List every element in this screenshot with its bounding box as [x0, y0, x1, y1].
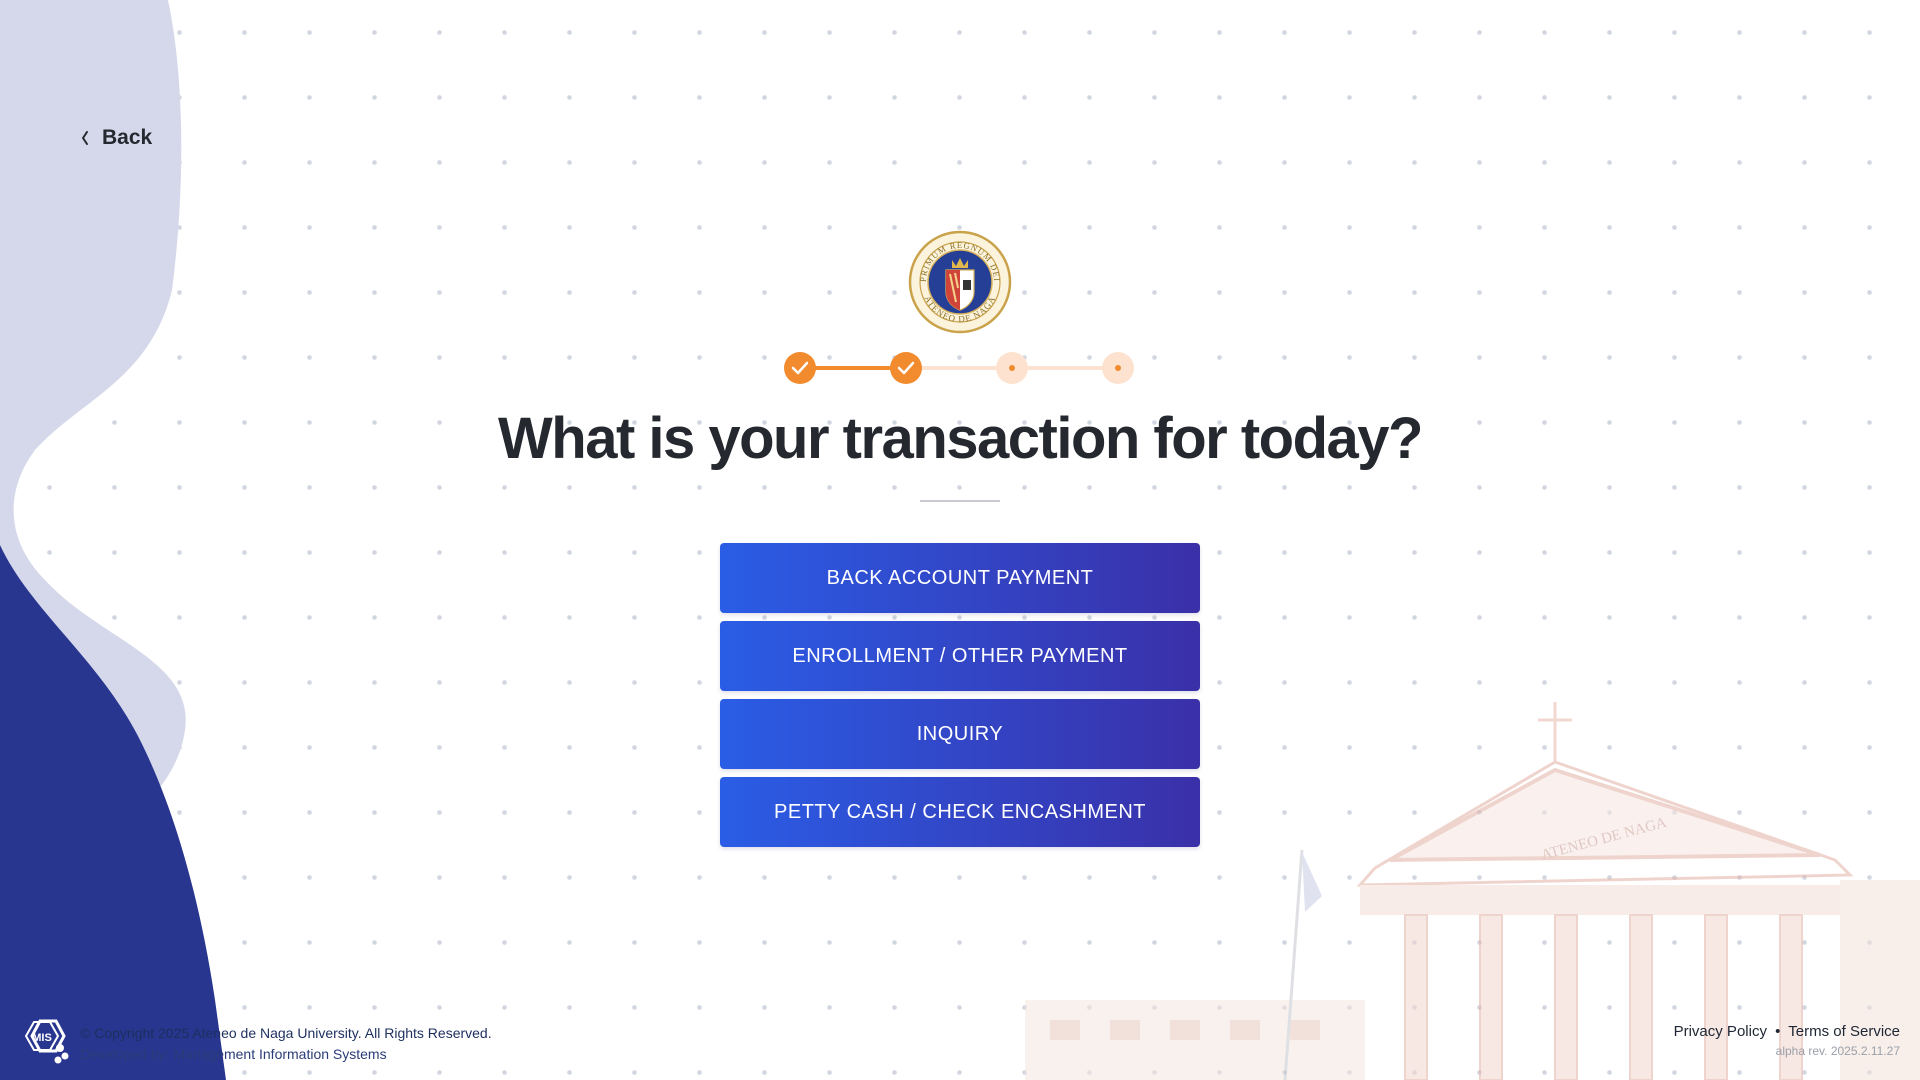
- separator-dot: •: [1775, 1023, 1781, 1040]
- svg-text:MIS: MIS: [32, 1032, 52, 1044]
- step-1-completed: [784, 352, 816, 384]
- version-label: alpha rev. 2025.2.11.27: [1775, 1044, 1900, 1058]
- title-divider: [920, 500, 1000, 502]
- chevron-left-icon: [82, 131, 88, 145]
- terms-of-service-link[interactable]: Terms of Service: [1788, 1023, 1900, 1040]
- wave-dark-shape: [0, 545, 226, 1080]
- page-title: What is your transaction for today?: [498, 406, 1423, 471]
- petty-cash-check-encashment-button[interactable]: PETTY CASH / CHECK ENCASHMENT: [720, 777, 1200, 847]
- privacy-policy-link[interactable]: Privacy Policy: [1674, 1023, 1767, 1040]
- transaction-options: BACK ACCOUNT PAYMENT ENROLLMENT / OTHER …: [720, 543, 1200, 855]
- footer-right: Privacy Policy • Terms of Service alpha …: [1674, 1023, 1900, 1058]
- back-button[interactable]: Back: [80, 126, 152, 150]
- back-label: Back: [102, 126, 153, 149]
- step-2-completed: [890, 352, 922, 384]
- progress-stepper: [784, 352, 1134, 384]
- left-wave-decoration: [0, 0, 226, 1080]
- inquiry-button[interactable]: INQUIRY: [720, 699, 1200, 769]
- developer-credit: Developed by: Management Information Sys…: [80, 1046, 387, 1062]
- back-account-payment-button[interactable]: BACK ACCOUNT PAYMENT: [720, 543, 1200, 613]
- enrollment-other-payment-button[interactable]: ENROLLMENT / OTHER PAYMENT: [720, 621, 1200, 691]
- university-seal-logo: PRIMUM REGNUM DEI ATENEO DE NAGA: [908, 230, 1012, 334]
- step-4-pending: [1102, 352, 1134, 384]
- footer-left: MIS © Copyright 2025 Ateneo de Naga Univ…: [20, 1018, 492, 1066]
- mis-logo: MIS: [24, 1019, 69, 1064]
- step-3-pending: [996, 352, 1028, 384]
- copyright-text: © Copyright 2025 Ateneo de Naga Universi…: [80, 1025, 492, 1041]
